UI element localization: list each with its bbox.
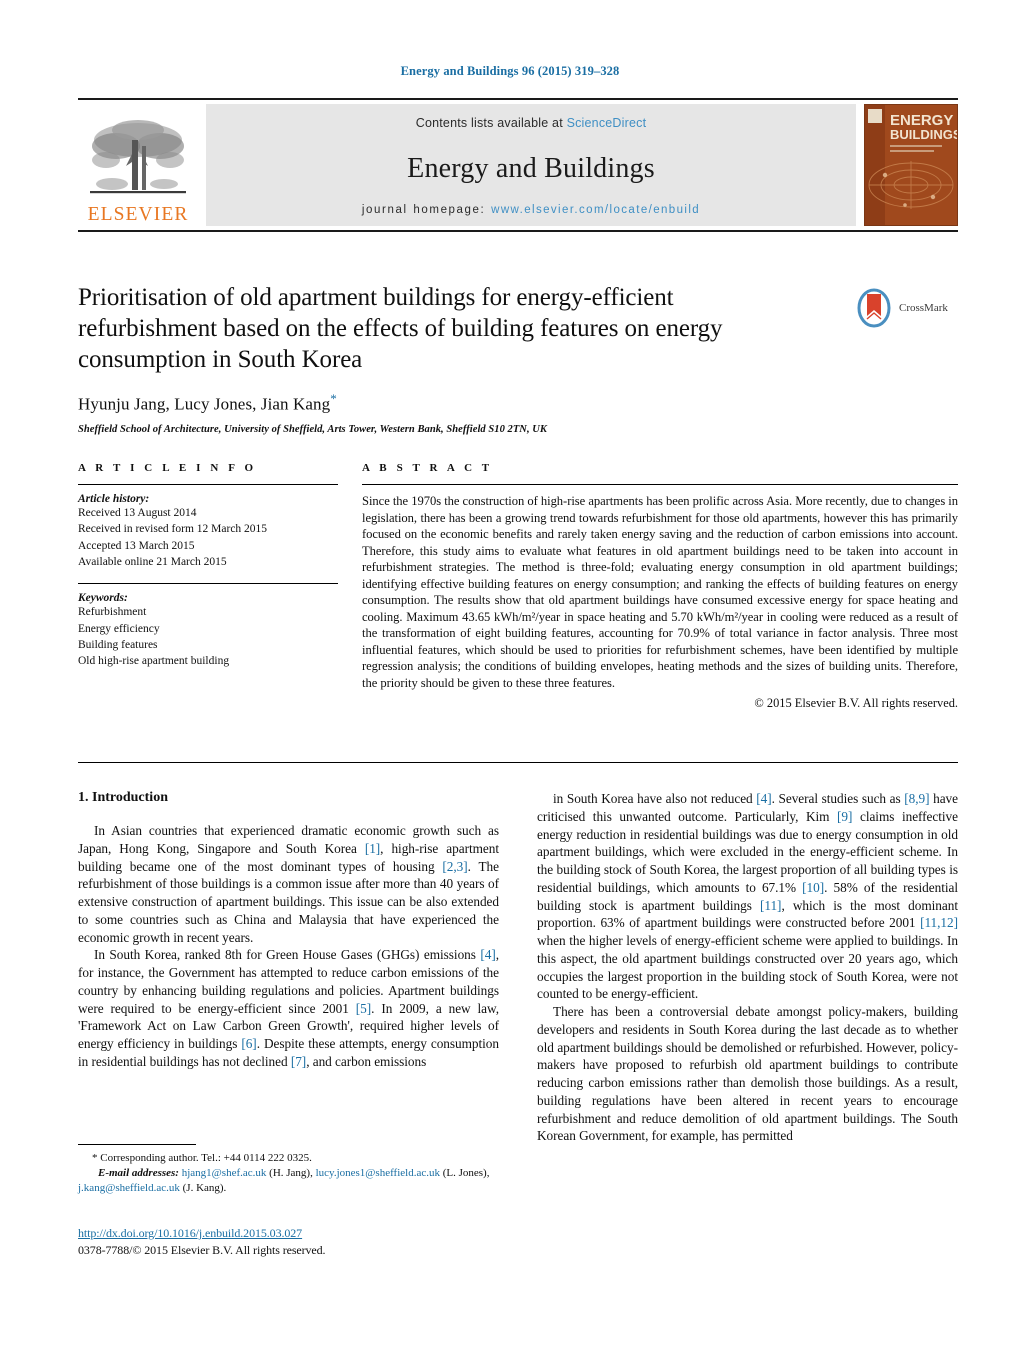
keyword-item: Refurbishment (78, 606, 147, 619)
elsevier-tree-icon (90, 119, 186, 193)
corresponding-author-marker: * (330, 391, 337, 406)
contents-prefix: Contents lists available at (415, 116, 563, 130)
email-owner-3: (J. Kang). (182, 1182, 227, 1195)
footnote-area: * Corresponding author. Tel.: +44 0114 2… (78, 1144, 499, 1197)
citation-ref[interactable]: [9] (837, 809, 852, 824)
homepage-prefix: journal homepage: (361, 204, 486, 216)
citation-ref[interactable]: [8,9] (904, 791, 929, 806)
email-link-3[interactable]: j.kang@sheffield.ac.uk (78, 1182, 180, 1194)
contents-available-line: Contents lists available at ScienceDirec… (416, 116, 647, 130)
affiliation: Sheffield School of Architecture, Univer… (78, 423, 547, 435)
title-block: CrossMark Prioritisation of old apartmen… (78, 282, 958, 435)
article-info-rule (78, 484, 338, 485)
citation-ref[interactable]: [4] (480, 947, 495, 962)
keyword-item: Building features (78, 638, 158, 651)
article-history-label: Article history: (78, 493, 150, 505)
email-addresses-note: E-mail addresses: hjang1@shef.ac.uk (H. … (78, 1166, 499, 1196)
keywords-rule (78, 583, 338, 585)
email-owner-2: (L. Jones), (442, 1167, 490, 1180)
footnote-rule (78, 1144, 196, 1145)
section-heading-introduction: 1. Introduction (78, 790, 168, 805)
citation-ref[interactable]: [10] (802, 880, 824, 895)
paragraph: in South Korea have also not reduced [4]… (537, 791, 959, 1002)
history-received: Received 13 August 2014 (78, 507, 197, 519)
citation-ref[interactable]: [1] (365, 841, 380, 856)
paragraph: There has been a controversial debate am… (537, 1004, 958, 1144)
keywords-label: Keywords: (78, 592, 128, 605)
citation-ref[interactable]: [5] (356, 1001, 371, 1016)
paragraph: In Asian countries that experienced dram… (78, 823, 499, 945)
crossmark-badge[interactable]: CrossMark (854, 286, 958, 330)
citation-ref[interactable]: [4] (756, 791, 771, 806)
journal-masthead: ELSEVIER Contents lists available at Sci… (78, 98, 958, 232)
journal-cover-art: ENERGY BUILDINGS (865, 105, 957, 225)
article-info-column: A R T I C L E I N F O Article history: R… (78, 462, 338, 711)
journal-homepage-line: journal homepage: www.elsevier.com/locat… (362, 204, 700, 216)
email-link-2[interactable]: lucy.jones1@sheffield.ac.uk (316, 1167, 440, 1179)
history-revised: Received in revised form 12 March 2015 (78, 523, 268, 536)
info-abstract-section: A R T I C L E I N F O Article history: R… (78, 462, 958, 711)
citation-ref[interactable]: [11,12] (920, 915, 958, 930)
masthead-top-rule (78, 98, 958, 100)
abstract-section-bottom-rule (78, 762, 958, 763)
history-accepted: Accepted 13 March 2015 (78, 539, 195, 552)
body-column-right: in South Korea have also not reduced [4]… (537, 790, 958, 1145)
abstract-copyright: © 2015 Elsevier B.V. All rights reserved… (754, 695, 958, 710)
email-owner-1: (H. Jang), (269, 1167, 313, 1180)
homepage-url-link[interactable]: www.elsevier.com/locate/enbuild (491, 204, 700, 216)
corresponding-author-note: * Corresponding author. Tel.: +44 0114 2… (78, 1151, 499, 1166)
corresponding-author-text: * Corresponding author. Tel.: +44 0114 2… (92, 1152, 312, 1164)
abstract-rule (362, 484, 958, 485)
svg-text:BUILDINGS: BUILDINGS (890, 127, 957, 142)
page-title: Prioritisation of old apartment building… (78, 284, 723, 373)
sciencedirect-link[interactable]: ScienceDirect (567, 116, 647, 130)
running-head: Energy and Buildings 96 (2015) 319–328 (400, 64, 620, 78)
body-column-left: 1. Introduction In Asian countries that … (78, 790, 499, 1145)
body-columns: 1. Introduction In Asian countries that … (78, 790, 958, 1145)
paper-page: Energy and Buildings 96 (2015) 319–328 E… (0, 0, 1020, 1351)
masthead-bottom-rule (78, 230, 958, 232)
keyword-item: Old high-rise apartment building (78, 655, 230, 668)
doi-block: http://dx.doi.org/10.1016/j.enbuild.2015… (78, 1226, 518, 1259)
abstract-text: Since the 1970s the construction of high… (362, 494, 958, 691)
article-info-heading: A R T I C L E I N F O (78, 462, 257, 474)
citation-ref[interactable]: [7] (291, 1054, 306, 1069)
citation-ref[interactable]: [6] (241, 1036, 256, 1051)
paragraph: In South Korea, ranked 8th for Green Hou… (78, 947, 499, 1069)
keyword-item: Energy efficiency (78, 622, 160, 635)
abstract-column: A B S T R A C T Since the 1970s the cons… (362, 462, 958, 711)
email-link-1[interactable]: hjang1@shef.ac.uk (182, 1167, 267, 1179)
issn-copyright-line: 0378-7788/© 2015 Elsevier B.V. All right… (78, 1243, 326, 1257)
citation-ref[interactable]: [11] (760, 898, 782, 913)
email-addresses-label: E-mail addresses: (98, 1167, 179, 1180)
doi-link[interactable]: http://dx.doi.org/10.1016/j.enbuild.2015… (78, 1226, 518, 1241)
journal-cover-thumbnail: ENERGY BUILDINGS (864, 104, 958, 226)
crossmark-icon (857, 288, 891, 328)
abstract-heading: A B S T R A C T (362, 462, 493, 474)
elsevier-wordmark: ELSEVIER (87, 203, 189, 225)
author-list: Hyunju Jang, Lucy Jones, Jian Kang* (78, 391, 958, 415)
masthead-center-panel: Contents lists available at ScienceDirec… (206, 104, 856, 226)
history-online: Available online 21 March 2015 (78, 555, 227, 568)
journal-title: Energy and Buildings (407, 153, 655, 184)
crossmark-label: CrossMark (899, 302, 948, 314)
citation-ref[interactable]: [2,3] (442, 859, 467, 874)
author-names: Hyunju Jang, Lucy Jones, Jian Kang (78, 394, 331, 414)
elsevier-logo: ELSEVIER (78, 104, 198, 226)
